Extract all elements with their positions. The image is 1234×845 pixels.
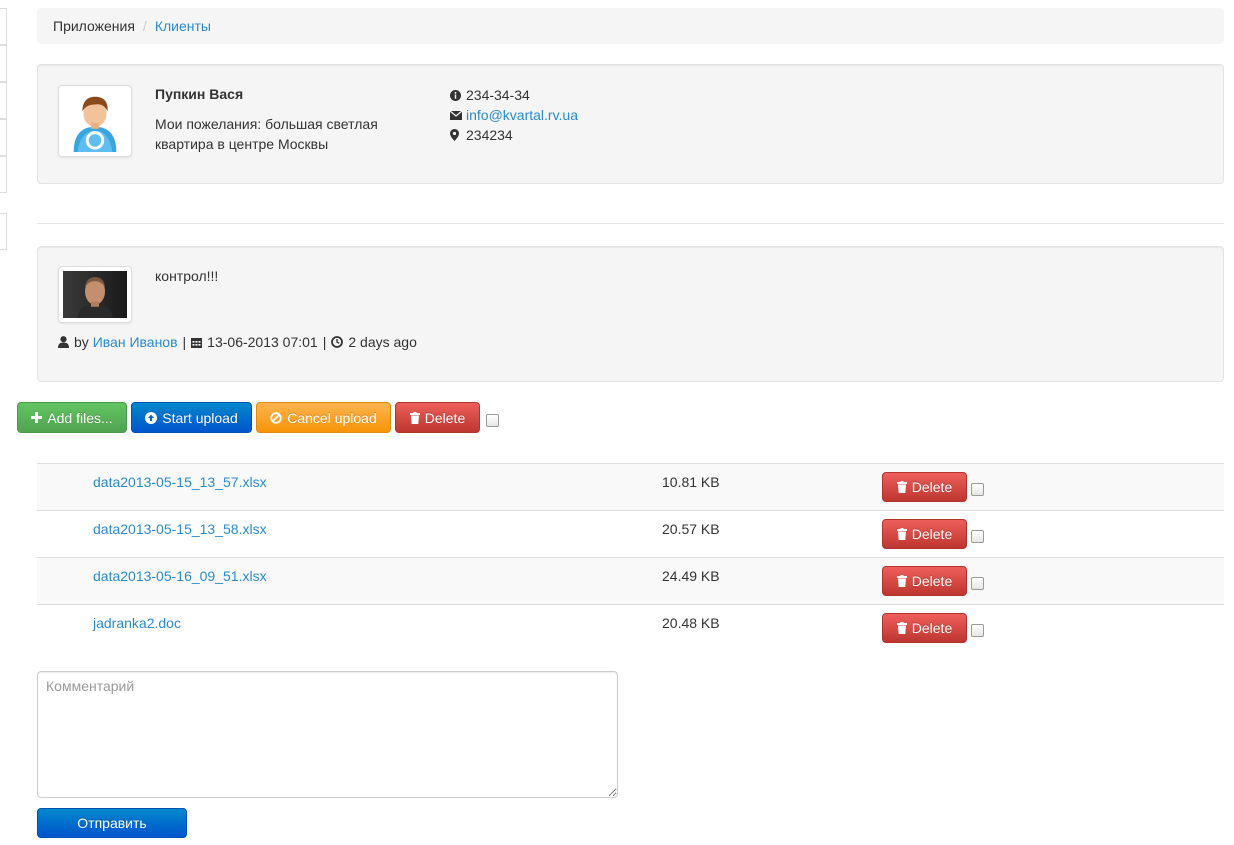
info-icon [450,89,466,101]
file-delete-label: Delete [911,479,953,495]
file-delete-label: Delete [911,573,953,589]
breadcrumb: Приложения / Клиенты [37,8,1224,44]
file-select-checkbox[interactable] [971,623,984,637]
file-actions: Delete [882,472,984,502]
file-actions: Delete [882,613,984,643]
file-delete-button[interactable]: Delete [882,613,967,643]
table-row: data2013-05-16_09_51.xlsx 24.49 KB Delet… [37,557,1224,604]
file-size: 20.57 KB [662,521,720,537]
add-files-label: Add files... [47,409,113,426]
file-size: 24.49 KB [662,568,720,584]
user-icon [58,336,69,348]
file-delete-button[interactable]: Delete [882,519,967,549]
file-select-checkbox[interactable] [971,576,984,590]
upload-toolbar: Add files... Start upload Cancel upload … [17,402,499,433]
trash-icon [896,575,907,587]
file-actions: Delete [882,566,984,596]
file-actions: Delete [882,519,984,549]
ban-circle-icon [270,411,282,424]
table-row: data2013-05-15_13_57.xlsx 10.81 KB Delet… [37,463,1224,510]
client-location: 234234 [466,127,513,143]
comment-text: контрол!!! [155,268,219,284]
client-card: Пупкин Вася Мои пожелания: большая светл… [37,64,1224,184]
submit-comment-label: Отправить [77,815,147,831]
file-name-link[interactable]: data2013-05-16_09_51.xlsx [93,568,267,584]
file-select-checkbox[interactable] [971,482,984,496]
contact-phone-row: 234-34-34 [450,85,578,105]
cancel-upload-label: Cancel upload [287,409,377,426]
cancel-upload-button[interactable]: Cancel upload [256,402,391,433]
clock-icon [331,336,344,348]
file-name-link[interactable]: data2013-05-15_13_57.xlsx [93,474,267,490]
file-delete-label: Delete [911,620,953,636]
file-size: 20.48 KB [662,615,720,631]
file-name-link[interactable]: data2013-05-15_13_58.xlsx [93,521,267,537]
start-upload-button[interactable]: Start upload [131,402,252,433]
file-select-checkbox[interactable] [971,529,984,543]
meta-separator: | [322,334,327,350]
table-row: data2013-05-15_13_58.xlsx 20.57 KB Delet… [37,510,1224,557]
files-table: data2013-05-15_13_57.xlsx 10.81 KB Delet… [37,463,1224,651]
comment-meta: by Иван Иванов | 13-06-2013 07:01 | 2 da… [58,334,417,350]
commenter-avatar [58,266,132,323]
comment-ago: 2 days ago [348,334,417,350]
envelope-icon [450,110,466,120]
comment-author-link[interactable]: Иван Иванов [93,334,178,350]
breadcrumb-separator: / [142,18,147,34]
client-phone: 234-34-34 [466,87,530,103]
file-delete-label: Delete [911,526,953,542]
file-name-link[interactable]: jadranka2.doc [93,615,181,631]
start-upload-label: Start upload [162,409,238,426]
add-files-button[interactable]: Add files... [17,402,127,433]
meta-separator: | [182,334,187,350]
client-contacts: 234-34-34 info@kvartal.rv.ua 234234 [450,85,578,145]
contact-email-row: info@kvartal.rv.ua [450,105,578,125]
comment-date: 13-06-2013 07:01 [207,334,318,350]
client-email-link[interactable]: info@kvartal.rv.ua [466,107,578,123]
trash-icon [896,481,907,493]
map-marker-icon [450,129,466,141]
section-divider [37,223,1224,224]
bulk-delete-button[interactable]: Delete [395,402,480,433]
client-avatar [58,85,132,157]
plus-icon [31,412,43,423]
side-panel-edge [0,8,8,250]
file-delete-button[interactable]: Delete [882,472,967,502]
file-size: 10.81 KB [662,474,720,490]
breadcrumb-item-apps[interactable]: Приложения [53,18,135,34]
trash-icon [896,528,907,540]
user-avatar-icon [64,90,126,152]
trash-icon [409,411,420,424]
commenter-photo [63,271,127,318]
client-wishes: Мои пожелания: большая светлая квартира … [155,116,378,152]
file-delete-button[interactable]: Delete [882,566,967,596]
client-name: Пупкин Вася [155,86,244,102]
comment-by-label: by [74,334,89,350]
submit-comment-button[interactable]: Отправить [37,808,187,838]
bulk-delete-label: Delete [424,409,466,426]
comment-card: контрол!!! by Иван Иванов | 13-06-2013 0… [37,246,1224,382]
calendar-icon [191,337,203,348]
contact-location-row: 234234 [450,125,578,145]
trash-icon [896,622,907,634]
breadcrumb-item-clients[interactable]: Клиенты [155,18,211,34]
table-row: jadranka2.doc 20.48 KB Delete [37,604,1224,651]
select-all-checkbox[interactable] [486,414,499,427]
upload-circle-icon [145,411,158,424]
comment-textarea[interactable] [37,671,618,798]
